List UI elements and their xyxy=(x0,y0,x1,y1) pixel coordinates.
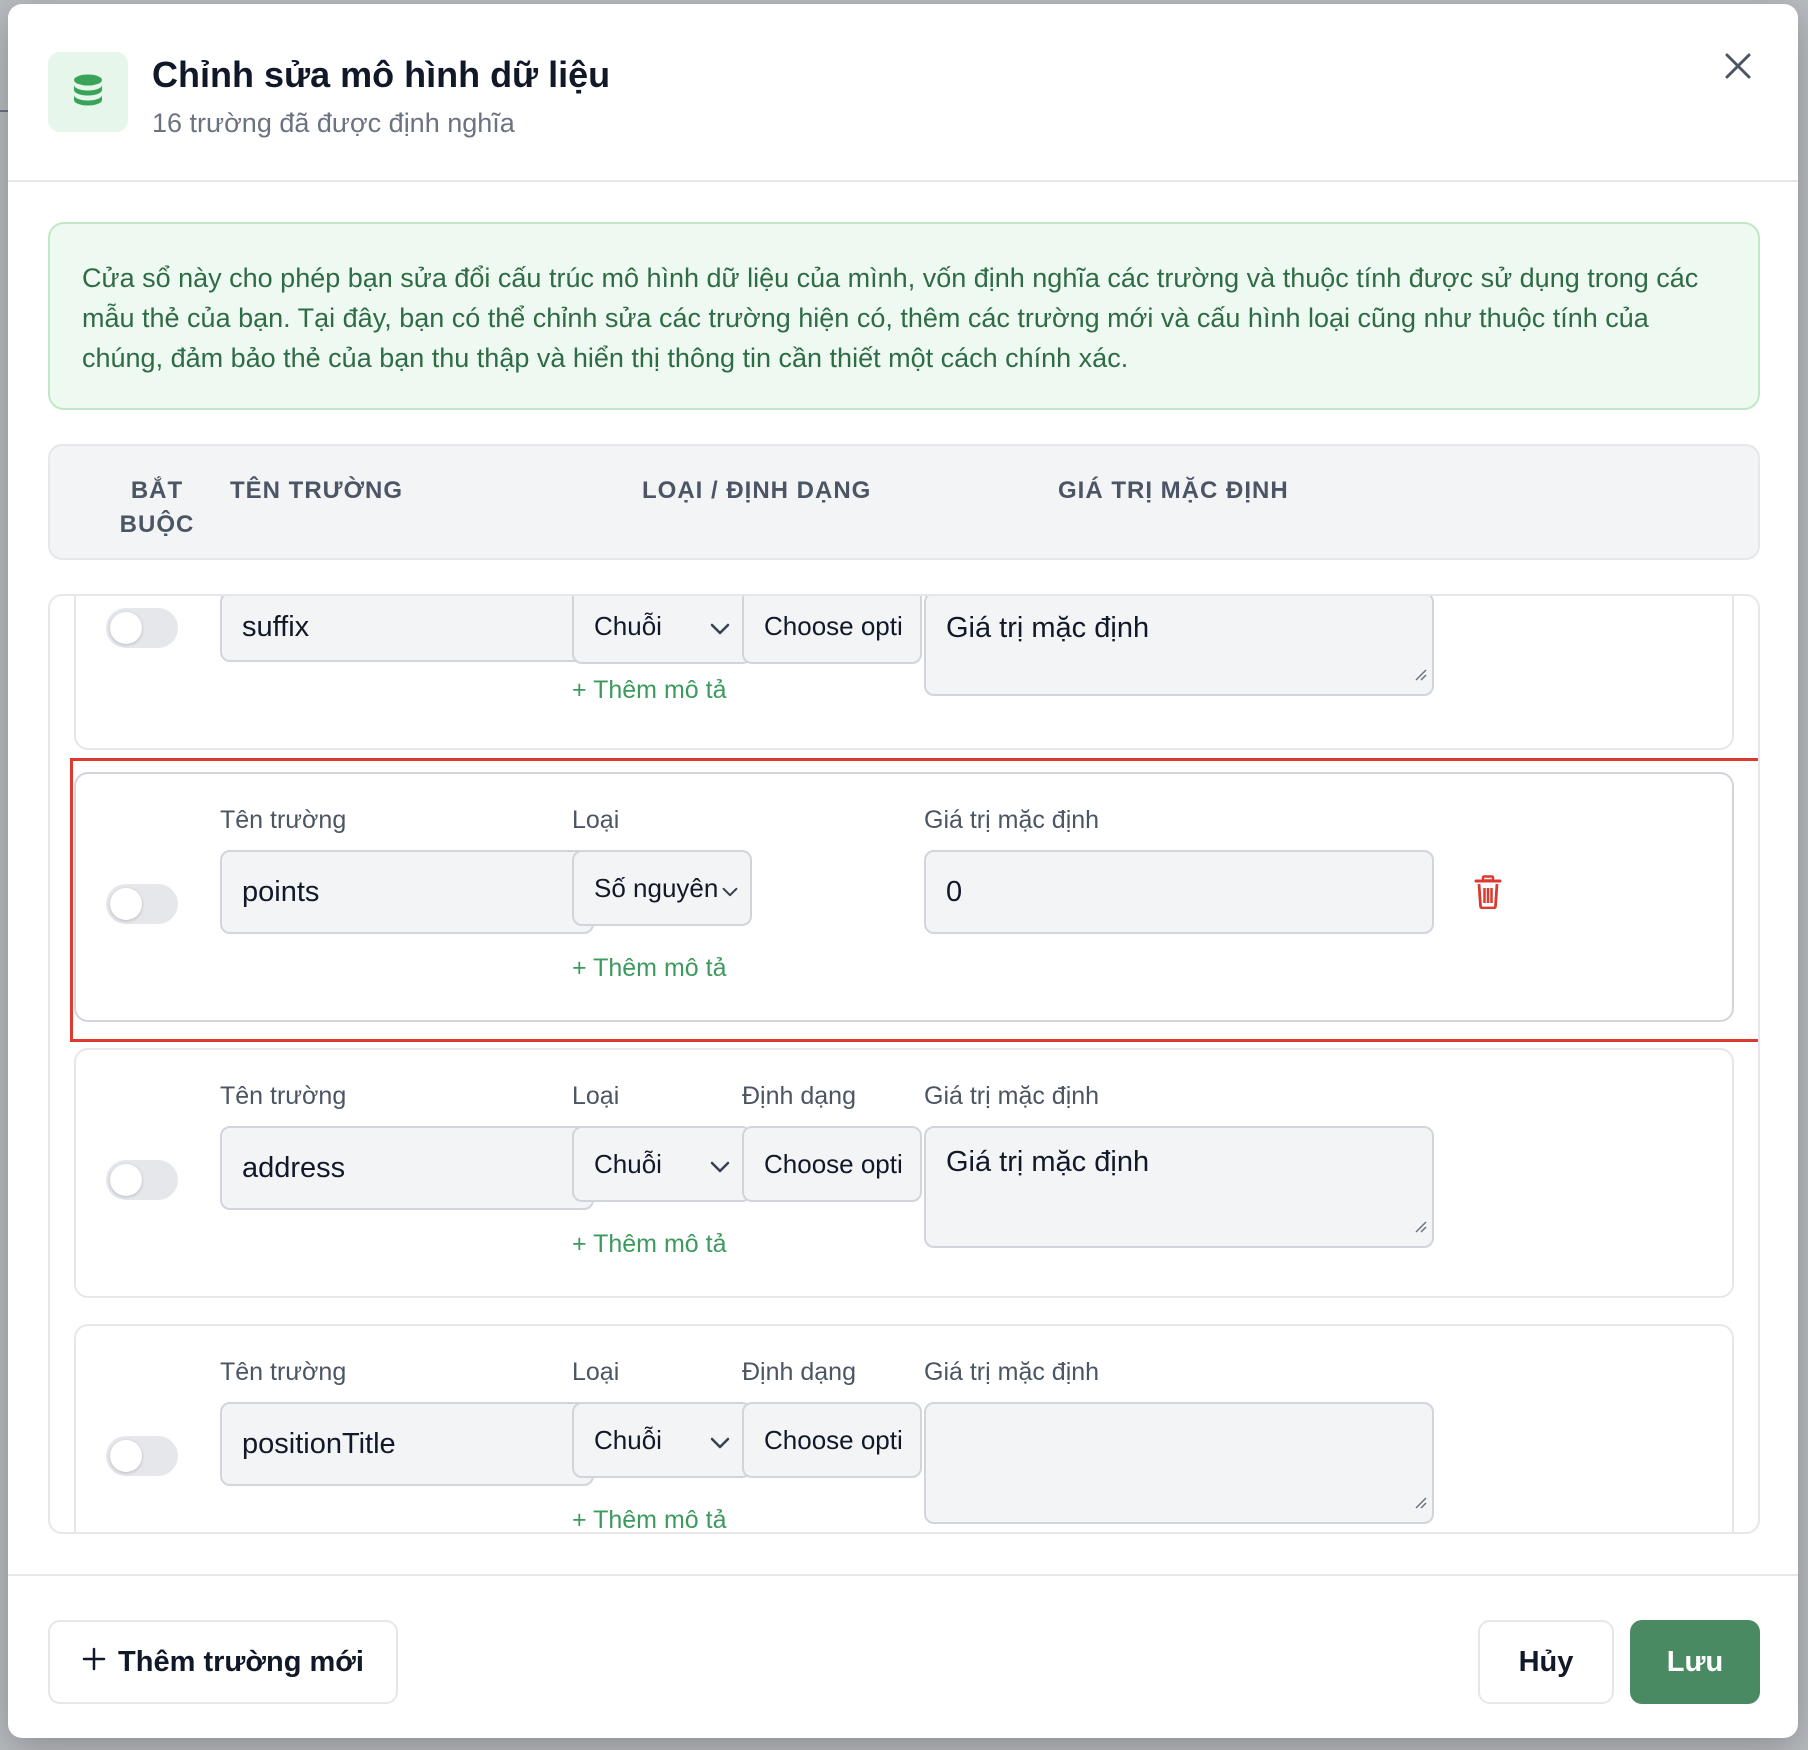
dialog-header: Chỉnh sửa mô hình dữ liệu 16 trường đã đ… xyxy=(8,4,1798,182)
type-select-value: Chuỗi xyxy=(594,1424,662,1455)
add-description-link[interactable]: + Thêm mô tả xyxy=(572,1230,726,1259)
field-name-label: Tên trường xyxy=(220,1082,347,1110)
add-field-label: Thêm trường mới xyxy=(118,1645,364,1678)
column-header-type-format: LOẠI / ĐỊNH DẠNG xyxy=(642,477,872,504)
plus-icon xyxy=(82,1646,106,1679)
default-value-label: Giá trị mặc định xyxy=(924,1358,1100,1386)
save-button[interactable]: Lưu xyxy=(1630,1620,1760,1704)
column-header-default-value: GIÁ TRỊ MẶC ĐỊNH xyxy=(1058,477,1289,504)
resize-grip-icon[interactable] xyxy=(1414,657,1428,690)
add-description-link[interactable]: + Thêm mô tả xyxy=(572,954,726,983)
default-value-input[interactable]: 0 xyxy=(924,850,1434,934)
default-value-label: Giá trị mặc định xyxy=(924,1082,1100,1110)
default-value-textarea[interactable]: Giá trị mặc định xyxy=(924,596,1434,696)
format-label: Định dạng xyxy=(742,1358,856,1386)
type-select[interactable]: Số nguyên xyxy=(572,850,752,926)
type-label: Loại xyxy=(572,1082,620,1110)
dialog-subtitle: 16 trường đã được định nghĩa xyxy=(152,108,515,138)
required-toggle[interactable] xyxy=(106,1436,178,1476)
field-name-label: Tên trường xyxy=(220,806,347,834)
backdrop-mark xyxy=(0,110,8,112)
format-label: Định dạng xyxy=(742,1082,856,1110)
type-select[interactable]: Chuỗi xyxy=(572,1402,752,1478)
field-row-positionTitle: Tên trường Loại Định dạng Giá trị mặc đị… xyxy=(74,1324,1734,1532)
resize-grip-icon[interactable] xyxy=(1414,1209,1428,1242)
table-header: BẮT BUỘC TÊN TRƯỜNG LOẠI / ĐỊNH DẠNG GIÁ… xyxy=(48,444,1760,560)
field-name-label: Tên trường xyxy=(220,1358,347,1386)
chevron-down-icon xyxy=(710,611,730,642)
default-value-label: Giá trị mặc định xyxy=(924,806,1100,834)
required-toggle[interactable] xyxy=(106,1160,178,1200)
field-name-input[interactable]: address xyxy=(220,1126,594,1210)
trash-icon[interactable] xyxy=(1466,870,1510,914)
chevron-down-icon xyxy=(722,873,738,904)
column-header-field-name: TÊN TRƯỜNG xyxy=(230,477,404,504)
type-label: Loại xyxy=(572,806,620,834)
type-select[interactable]: Chuỗi xyxy=(572,1126,752,1202)
format-select[interactable]: Choose opti xyxy=(742,1126,922,1202)
required-toggle[interactable] xyxy=(106,608,178,648)
field-row-address: Tên trường Loại Định dạng Giá trị mặc đị… xyxy=(74,1048,1734,1298)
format-select[interactable]: Choose opti xyxy=(742,1402,922,1478)
cancel-button[interactable]: Hủy xyxy=(1478,1620,1614,1704)
field-row-points: Tên trường Loại Giá trị mặc định points … xyxy=(74,772,1734,1022)
add-field-button[interactable]: Thêm trường mới xyxy=(48,1620,398,1704)
info-box: Cửa sổ này cho phép bạn sửa đổi cấu trúc… xyxy=(48,222,1760,410)
add-description-link[interactable]: + Thêm mô tả xyxy=(572,1506,726,1532)
field-name-input[interactable]: suffix xyxy=(220,596,594,662)
format-select[interactable]: Choose opti xyxy=(742,596,922,664)
chevron-down-icon xyxy=(710,1425,730,1456)
database-icon xyxy=(48,52,128,132)
add-description-link[interactable]: + Thêm mô tả xyxy=(572,676,726,705)
type-select-value: Số nguyên xyxy=(594,872,719,903)
required-toggle[interactable] xyxy=(106,884,178,924)
chevron-down-icon xyxy=(710,1149,730,1180)
field-name-input[interactable]: positionTitle xyxy=(220,1402,594,1486)
dialog-title: Chỉnh sửa mô hình dữ liệu xyxy=(152,54,611,95)
type-select-value: Chuỗi xyxy=(594,610,662,641)
default-value-textarea[interactable]: Giá trị mặc định xyxy=(924,1126,1434,1248)
type-label: Loại xyxy=(572,1358,620,1386)
column-header-required: BẮT BUỘC xyxy=(119,477,195,538)
default-value-textarea[interactable] xyxy=(924,1402,1434,1524)
field-list[interactable]: suffix Chuỗi Choose opti Giá trị mặc địn… xyxy=(48,594,1760,1534)
type-select-value: Chuỗi xyxy=(594,1148,662,1179)
edit-data-model-dialog: Chỉnh sửa mô hình dữ liệu 16 trường đã đ… xyxy=(8,4,1798,1738)
close-icon[interactable] xyxy=(1716,44,1760,88)
default-value-placeholder: Giá trị mặc định xyxy=(946,612,1150,644)
field-name-input[interactable]: points xyxy=(220,850,594,934)
field-row-suffix: suffix Chuỗi Choose opti Giá trị mặc địn… xyxy=(74,596,1734,750)
dialog-footer: Thêm trường mới Hủy Lưu xyxy=(8,1574,1798,1738)
type-select[interactable]: Chuỗi xyxy=(572,596,752,664)
resize-grip-icon[interactable] xyxy=(1414,1485,1428,1518)
default-value-placeholder: Giá trị mặc định xyxy=(946,1146,1150,1178)
